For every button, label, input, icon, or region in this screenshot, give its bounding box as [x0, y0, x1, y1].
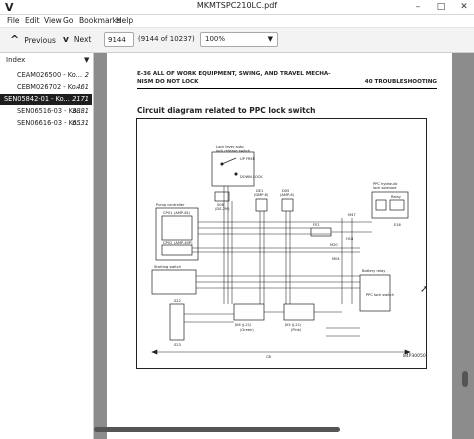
- document-viewer[interactable]: E-36 ALL OF WORK EQUIPMENT, SWING, AND T…: [94, 53, 474, 439]
- close-button[interactable]: ✕: [458, 1, 470, 13]
- diagram-label: M47: [348, 213, 356, 217]
- pdf-page: E-36 ALL OF WORK EQUIPMENT, SWING, AND T…: [107, 53, 452, 439]
- menu-file[interactable]: File: [7, 16, 20, 25]
- diagram-label: (AMP-81): [174, 211, 191, 215]
- diagram-label: UP FREE: [240, 157, 256, 161]
- page-header-section: 40 TROUBLESHOOTING: [364, 79, 437, 85]
- zoom-value: 100%: [205, 35, 226, 43]
- diagram-label: J06 (J-21): [234, 323, 252, 327]
- caret-down-icon: ▼: [267, 35, 273, 43]
- diagram-label: S23: [174, 343, 181, 347]
- diagram-label: (Pink): [291, 328, 302, 332]
- diagram-label: (AMP-6): [280, 193, 295, 197]
- minimize-button[interactable]: –: [412, 1, 424, 13]
- diagram-label: (AMP-40P): [174, 241, 193, 245]
- diagram-label: FE1: [313, 223, 320, 227]
- sidebar-header: Index: [6, 56, 26, 64]
- page-header: E-36 ALL OF WORK EQUIPMENT, SWING, AND T…: [137, 70, 437, 86]
- sidebar-item[interactable]: SEN06616-03 - Ko... 6531: [0, 118, 92, 129]
- sidebar-item-page: 6531: [72, 119, 89, 127]
- diagram-label: M04: [332, 257, 340, 261]
- sidebar-item-page: 2171: [72, 95, 89, 103]
- vertical-scrollbar[interactable]: [462, 371, 468, 387]
- sidebar-item-selected[interactable]: SEN05842-01 - Ko... 2171: [0, 94, 92, 105]
- diagram-label: Relay: [391, 195, 402, 199]
- title-bar: V MKMTSPC210LC.pdf – □ ✕: [0, 0, 474, 15]
- diagram-label: Battery relay: [362, 269, 386, 273]
- sidebar-dropdown-icon[interactable]: ▼: [84, 56, 89, 64]
- menu-go[interactable]: Go: [63, 16, 73, 25]
- toolbar: ^ Previous v Next 9144 (9144 of 10237) 100…: [0, 28, 474, 53]
- horizontal-scrollbar[interactable]: [94, 427, 474, 433]
- diagram-label: J05 (J-21): [284, 323, 302, 327]
- sidebar-item-name: CEBM026702 - Ko...: [17, 83, 82, 91]
- horizontal-scroll-thumb[interactable]: [94, 427, 340, 432]
- header-rule: [137, 88, 437, 89]
- page-number-input[interactable]: 9144: [104, 32, 134, 47]
- sidebar-item-name: CEAM026500 - Ko...: [17, 71, 82, 79]
- sidebar-item-page: 461: [76, 83, 89, 91]
- sidebar-item[interactable]: SEN06516-03 - Ko... 3881: [0, 106, 92, 117]
- chevron-up-icon: ^: [10, 33, 20, 46]
- sidebar-item-page: 3881: [72, 107, 89, 115]
- diagram-label: lock solenoid: [373, 186, 396, 190]
- menu-view[interactable]: View: [44, 16, 62, 25]
- menu-edit[interactable]: Edit: [25, 16, 40, 25]
- diagram-label: CP01: [163, 211, 172, 215]
- previous-button[interactable]: ^ Previous: [10, 32, 56, 47]
- next-button[interactable]: v Next: [63, 32, 91, 47]
- menu-help[interactable]: Help: [116, 16, 133, 25]
- diagram-label: (Green): [240, 328, 254, 332]
- diagram-label: PPC lock switch: [366, 293, 394, 297]
- diagram-label: S22: [174, 299, 181, 303]
- index-sidebar: Index ▼ CEAM026500 - Ko... 2 CEBM026702 …: [0, 53, 94, 439]
- diagram-code: 84P30050: [403, 354, 426, 359]
- diagram-label: Starting switch: [154, 265, 181, 269]
- section-title: Circuit diagram related to PPC lock swit…: [137, 106, 316, 115]
- diagram-label: CB: [266, 355, 272, 359]
- zoom-select[interactable]: 100% ▼: [200, 32, 278, 47]
- window-title: MKMTSPC210LC.pdf: [196, 1, 278, 10]
- chevron-down-icon: v: [63, 35, 69, 45]
- next-label: Next: [73, 35, 92, 44]
- circuit-diagram: Lock lever auto lock release switch UP F…: [136, 118, 427, 369]
- diagram-label: (DS-2M): [215, 207, 230, 211]
- sidebar-item[interactable]: CEBM026702 - Ko... 461: [0, 82, 92, 93]
- maximize-button[interactable]: □: [435, 1, 447, 13]
- previous-label: Previous: [24, 36, 56, 45]
- menu-bookmarks[interactable]: Bookmarks: [79, 16, 121, 25]
- diagram-label: H18: [346, 237, 354, 241]
- sidebar-item-page: 2: [84, 71, 89, 79]
- sidebar-item-name: SEN05842-01 - Ko...: [4, 95, 70, 103]
- diagram-label: M20: [330, 243, 338, 247]
- diagram-label: E16: [394, 223, 402, 227]
- diagram-label: lock release switch: [216, 149, 250, 153]
- diagram-label: Pump controller: [156, 203, 185, 207]
- diagram-label: CP02: [163, 241, 172, 245]
- mouse-pointer-icon: ➚: [420, 284, 429, 295]
- diagram-label: (DMP-6): [254, 193, 269, 197]
- sidebar-item[interactable]: CEAM026500 - Ko... 2: [0, 70, 92, 81]
- page-count: (9144 of 10237): [138, 35, 195, 43]
- menu-bar: File Edit View Go Bookmarks Help: [0, 15, 474, 27]
- diagram-label: DOWN LOCK: [240, 175, 263, 179]
- page-header-line-1: E-36 ALL OF WORK EQUIPMENT, SWING, AND T…: [137, 71, 331, 77]
